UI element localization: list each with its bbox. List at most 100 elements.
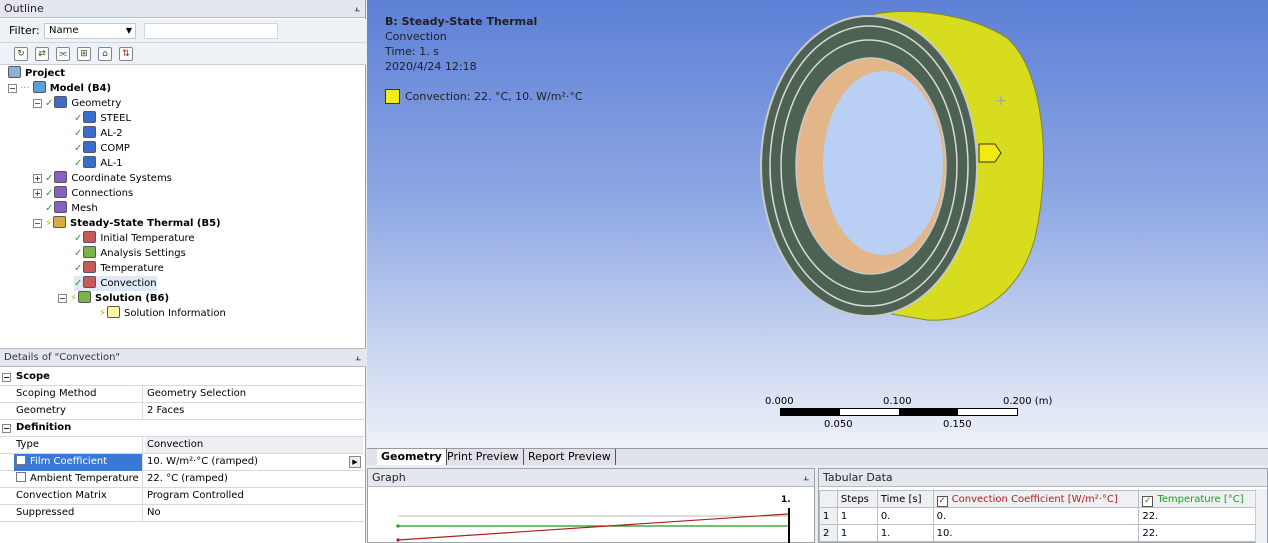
header-temperature[interactable]: ✓ Temperature [°C] bbox=[1138, 490, 1267, 508]
header-steps[interactable]: Steps bbox=[836, 490, 878, 508]
graphics-viewport[interactable]: B: Steady-State Thermal Convection Time:… bbox=[367, 0, 1268, 448]
tree-item-al2[interactable]: ✓ AL-2 bbox=[74, 126, 123, 141]
cell-steps[interactable]: 1 bbox=[836, 507, 878, 525]
tree-item-analysis-settings[interactable]: ✓ Analysis Settings bbox=[74, 246, 186, 261]
parameter-checkbox[interactable] bbox=[16, 455, 26, 465]
collapse-icon[interactable]: − bbox=[33, 219, 42, 228]
pin-icon[interactable]: ⫠ bbox=[803, 469, 809, 487]
pin-icon[interactable]: ⫠ bbox=[355, 349, 361, 366]
tree-item-comp[interactable]: ✓ COMP bbox=[74, 141, 130, 156]
coordinate-icon bbox=[54, 171, 68, 183]
row-index: 2 bbox=[819, 524, 838, 542]
filter-label: Filter: bbox=[9, 24, 40, 37]
sort-icon[interactable]: ⇅ bbox=[119, 47, 133, 61]
ring-model[interactable]: + bbox=[757, 8, 1047, 326]
tree-item-mesh[interactable]: ✓ Mesh bbox=[45, 201, 98, 216]
row-type[interactable]: Type Convection bbox=[0, 437, 364, 454]
outline-toolbar: ↻ ⇄ ⫘ ⊞ ⌂ ⇅ bbox=[0, 43, 366, 65]
cell-temperature[interactable]: 22. bbox=[1138, 524, 1267, 542]
row-scoping-method[interactable]: Scoping Method Geometry Selection bbox=[0, 386, 364, 403]
expand-icon[interactable]: + bbox=[33, 189, 42, 198]
link-icon[interactable]: ⫘ bbox=[56, 47, 70, 61]
filter-dropdown[interactable]: Name ▼ bbox=[44, 23, 136, 39]
cell-time[interactable]: 1. bbox=[876, 524, 934, 542]
tree-item-geometry[interactable]: − ✓ Geometry bbox=[33, 96, 121, 111]
cell-steps[interactable]: 1 bbox=[836, 524, 878, 542]
lightning-icon: ⚡ bbox=[99, 308, 107, 319]
tabular-table: Steps Time [s] ✓ Convection Coefficient [… bbox=[819, 490, 1267, 542]
graph-panel: Graph ⫠ 1. bbox=[367, 468, 815, 543]
filter-search-input[interactable] bbox=[144, 23, 278, 39]
tree-item-steady-state-thermal[interactable]: − ⚡ Steady-State Thermal (B5) bbox=[33, 216, 221, 231]
row-convection-matrix[interactable]: Convection Matrix Program Controlled bbox=[0, 488, 364, 505]
tree-item-connections[interactable]: + ✓ Connections bbox=[33, 186, 133, 201]
cell-temperature[interactable]: 22. bbox=[1138, 507, 1267, 525]
row-geometry[interactable]: Geometry 2 Faces bbox=[0, 403, 364, 420]
collapse-icon[interactable]: − bbox=[8, 84, 17, 93]
check-icon: ✓ bbox=[74, 143, 83, 154]
viewport-title: B: Steady-State Thermal bbox=[385, 15, 538, 28]
tree-item-al1[interactable]: ✓ AL-1 bbox=[74, 156, 123, 171]
check-icon: ✓ bbox=[74, 248, 83, 259]
tree-item-temperature[interactable]: ✓ Temperature bbox=[74, 261, 164, 276]
connections-icon bbox=[54, 186, 68, 198]
outline-title: Outline ⫠ bbox=[0, 0, 365, 18]
tree-item-convection[interactable]: ✓ Convection bbox=[74, 276, 157, 291]
filter-bar: Filter: Name ▼ bbox=[0, 19, 366, 43]
row-suppressed[interactable]: Suppressed No bbox=[0, 505, 364, 522]
table-header: Steps Time [s] ✓ Convection Coefficient [… bbox=[819, 490, 1267, 508]
table-row[interactable]: 1 1 0. 0. 22. bbox=[819, 507, 1267, 525]
tree-item-project[interactable]: Project bbox=[8, 66, 65, 81]
cell-time[interactable]: 0. bbox=[876, 507, 934, 525]
cell-convection[interactable]: 10. bbox=[932, 524, 1140, 542]
parameter-checkbox[interactable] bbox=[16, 472, 26, 482]
tree-item-coordinate-systems[interactable]: + ✓ Coordinate Systems bbox=[33, 171, 172, 186]
flyout-arrow-icon[interactable]: ▶ bbox=[349, 456, 361, 468]
scale-seg bbox=[899, 409, 958, 415]
details-title: Details of "Convection" ⫠ bbox=[0, 348, 366, 367]
expand-icon[interactable]: + bbox=[33, 174, 42, 183]
check-icon: ✓ bbox=[74, 278, 83, 289]
refresh-icon[interactable]: ↻ bbox=[14, 47, 28, 61]
tree-item-solution[interactable]: − ⚡ Solution (B6) bbox=[58, 291, 169, 306]
checkbox-checked-icon[interactable]: ✓ bbox=[1142, 495, 1154, 507]
cell-convection[interactable]: 0. bbox=[932, 507, 1140, 525]
body-icon bbox=[83, 126, 97, 138]
collapse-icon[interactable]: − bbox=[2, 373, 11, 382]
collapse-icon[interactable]: − bbox=[58, 294, 67, 303]
info-icon bbox=[107, 306, 121, 318]
graph-point bbox=[396, 538, 400, 542]
tree-item-model[interactable]: − ··· Model (B4) bbox=[8, 81, 111, 96]
graph-end-label: 1. bbox=[781, 495, 791, 505]
scrollbar[interactable] bbox=[1255, 489, 1267, 543]
collapse-icon[interactable]: − bbox=[33, 99, 42, 108]
tab-report-preview[interactable]: Report Preview bbox=[524, 449, 616, 465]
tabular-panel: Tabular Data Steps Time [s] ✓ Convection … bbox=[818, 468, 1268, 543]
graph-title: Graph ⫠ bbox=[368, 469, 814, 487]
tree-item-initial-temperature[interactable]: ✓ Initial Temperature bbox=[74, 231, 195, 246]
tab-print-preview[interactable]: Print Preview bbox=[443, 449, 524, 465]
tab-geometry[interactable]: Geometry bbox=[377, 449, 447, 465]
collapse-icon[interactable]: − bbox=[2, 424, 11, 433]
header-convection[interactable]: ✓ Convection Coefficient [W/m²·°C] bbox=[932, 490, 1140, 508]
section-definition[interactable]: − Definition bbox=[0, 420, 364, 437]
pin-icon[interactable]: ⫠ bbox=[354, 0, 360, 18]
section-scope[interactable]: − Scope bbox=[0, 369, 364, 386]
checkbox-checked-icon[interactable]: ✓ bbox=[936, 495, 948, 507]
tree-item-solution-information[interactable]: ⚡ Solution Information bbox=[99, 306, 226, 321]
graph-plot bbox=[396, 508, 790, 543]
home-icon[interactable]: ⌂ bbox=[98, 47, 112, 61]
cursor-crosshair: + bbox=[995, 93, 1007, 109]
lightning-icon: ⚡ bbox=[45, 218, 53, 229]
expand-icon[interactable]: ⊞ bbox=[77, 47, 91, 61]
temperature-icon bbox=[83, 261, 97, 273]
analysis-icon bbox=[53, 216, 67, 228]
row-film-coefficient[interactable]: Film Coefficient 10. W/m²·°C (ramped) ▶ bbox=[0, 454, 364, 471]
row-ambient-temperature[interactable]: Ambient Temperature 22. °C (ramped) bbox=[0, 471, 364, 488]
table-row[interactable]: 2 1 1. 10. 22. bbox=[819, 524, 1267, 542]
sync-icon[interactable]: ⇄ bbox=[35, 47, 49, 61]
header-time[interactable]: Time [s] bbox=[876, 490, 934, 508]
check-icon: ✓ bbox=[45, 173, 54, 184]
tree-item-steel[interactable]: ✓ STEEL bbox=[74, 111, 131, 126]
check-icon: ✓ bbox=[74, 113, 83, 124]
